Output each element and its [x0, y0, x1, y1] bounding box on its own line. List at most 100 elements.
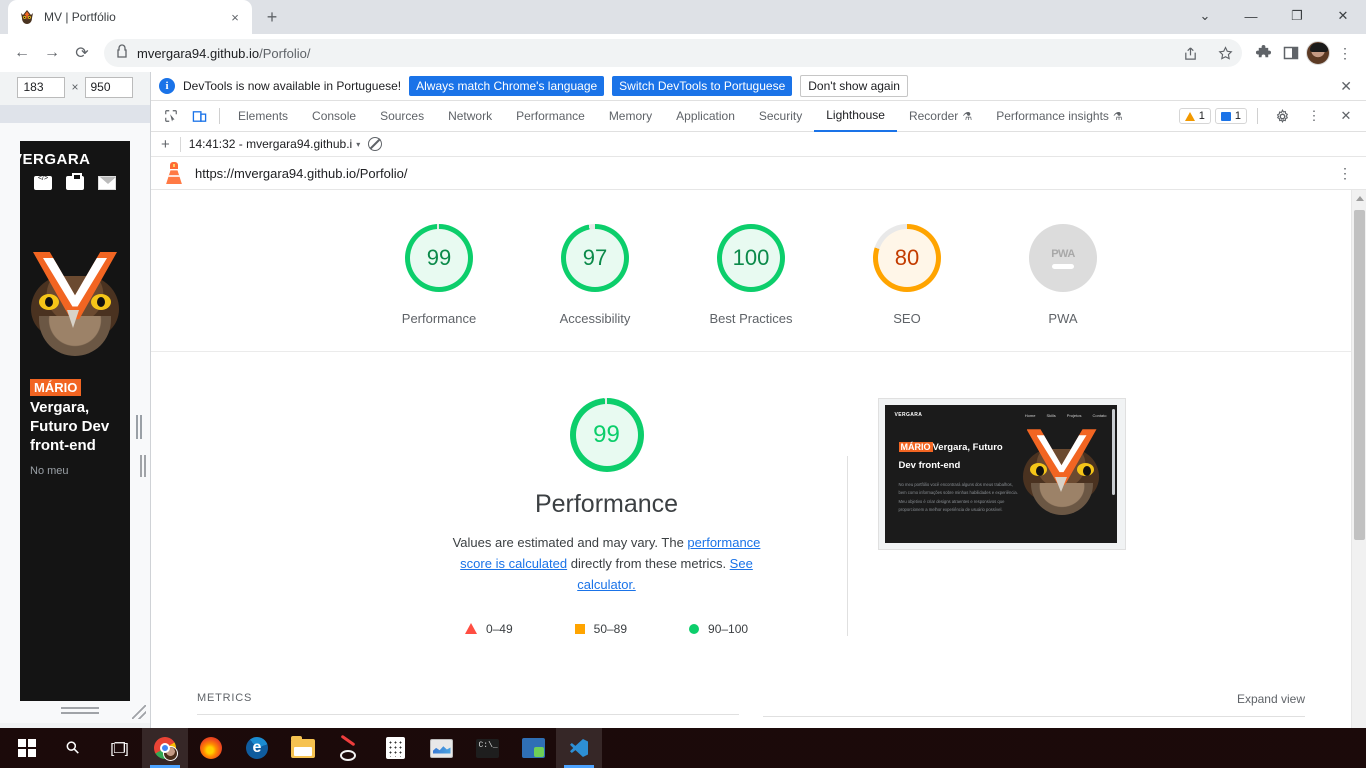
experiment-flask-icon: ⚗ [962, 110, 973, 123]
metrics-header-right: Expand view [763, 692, 1305, 717]
task-view-icon: [❐] [110, 739, 128, 756]
viewport-height-handle[interactable] [60, 705, 100, 715]
lighthouse-report: 99 Performance 97 Accessibility 100 Best… [151, 190, 1366, 728]
chrome-taskbar[interactable] [142, 728, 188, 768]
score-gauge-accessibility[interactable]: 97 Accessibility [535, 224, 655, 329]
tab-elements[interactable]: Elements [226, 101, 300, 131]
tab-application[interactable]: Application [664, 101, 747, 131]
lighthouse-run-selector[interactable]: 14:41:32 - mvergara94.github.i ▾ [189, 137, 360, 151]
gauge-label: SEO [893, 311, 921, 327]
gear-icon[interactable] [1268, 103, 1296, 129]
vm-taskbar[interactable] [510, 728, 556, 768]
viewport-width-handle[interactable] [139, 453, 147, 479]
tab-performance-insights[interactable]: Performance insights ⚗ [984, 101, 1135, 131]
maximize-button[interactable]: ❐ [1274, 0, 1320, 32]
devtools-split-handle[interactable] [135, 415, 143, 441]
new-tab-button[interactable]: + [258, 3, 286, 31]
score-gauge-performance[interactable]: 99 Performance [379, 224, 499, 329]
device-width-input[interactable] [17, 76, 66, 98]
search-button[interactable]: ⚲ [50, 728, 96, 768]
monitor-taskbar[interactable] [418, 728, 464, 768]
tab-sources[interactable]: Sources [368, 101, 436, 131]
browser-tab[interactable]: MV | Portfólio × [8, 0, 252, 34]
tab-lighthouse[interactable]: Lighthouse [814, 101, 897, 132]
new-lighthouse-report-button[interactable]: + [159, 136, 172, 153]
gauge-ring: 100 [717, 224, 785, 293]
firefox-taskbar[interactable] [188, 728, 234, 768]
device-height-input[interactable] [84, 76, 133, 98]
browser-tab-strip: MV | Portfólio × + ⌄ — ❐ ✕ [0, 0, 1366, 34]
tab-console[interactable]: Console [300, 101, 368, 131]
terminal-icon [475, 738, 499, 758]
viewport-corner-resize-handle[interactable] [132, 705, 146, 719]
legend-range: 0–49 [485, 621, 513, 636]
metric-row[interactable]: First Contentful Paint [197, 715, 739, 728]
scrollbar-thumb[interactable] [1354, 210, 1365, 541]
tab-close-icon[interactable]: × [226, 8, 244, 26]
terminal-taskbar[interactable] [464, 728, 510, 768]
briefcase-icon[interactable] [66, 173, 84, 190]
warning-icon [1184, 111, 1195, 121]
minimize-all-button[interactable]: ⌄ [1182, 0, 1228, 32]
switch-language-button[interactable]: Switch DevTools to Portuguese [612, 76, 793, 97]
lighthouse-scrollbar[interactable] [1351, 190, 1366, 728]
calculator-taskbar[interactable] [372, 728, 418, 768]
tab-favicon-owl-icon [19, 9, 35, 25]
legend-range: 50–89 [593, 621, 628, 636]
start-button[interactable] [4, 728, 50, 768]
tab-recorder[interactable]: Recorder ⚗ [897, 101, 984, 131]
back-button[interactable]: ← [8, 39, 36, 67]
legend-item-pass: 90–100 [689, 622, 748, 636]
star-icon[interactable] [1212, 40, 1238, 66]
devtools-more-icon[interactable]: ⋮ [1300, 103, 1328, 129]
code-icon[interactable] [34, 175, 52, 190]
reload-button[interactable]: ⟳ [68, 39, 96, 67]
tab-performance[interactable]: Performance [504, 101, 597, 131]
page-social-icons [20, 173, 130, 190]
inspect-element-icon[interactable] [157, 103, 185, 129]
score-gauge-pwa[interactable]: PWA PWA [1003, 224, 1123, 329]
mail-icon[interactable] [98, 176, 116, 190]
task-view-button[interactable]: [❐] [96, 728, 142, 768]
device-toolbar-icon[interactable] [185, 103, 213, 129]
category-score: 99 [593, 421, 620, 449]
tab-title: MV | Portfólio [44, 10, 116, 24]
expand-view-button[interactable]: Expand view [1237, 692, 1305, 706]
explorer-taskbar[interactable] [280, 728, 326, 768]
snip-taskbar[interactable] [326, 728, 372, 768]
thumbnail-scrollbar [1111, 409, 1115, 496]
chrome-menu-icon[interactable]: ⋮ [1332, 40, 1358, 66]
close-window-button[interactable]: ✕ [1320, 0, 1366, 32]
warning-count-chip[interactable]: 1 [1178, 108, 1211, 125]
devtools-close-icon[interactable]: ✕ [1332, 103, 1360, 129]
score-gauges: 99 Performance 97 Accessibility 100 Best… [151, 190, 1351, 353]
tab-network[interactable]: Network [436, 101, 504, 131]
performance-category-section: 99 Performance Values are estimated and … [151, 352, 1351, 728]
score-gauge-seo[interactable]: 80 SEO [847, 224, 967, 329]
banner-text: DevTools is now available in Portuguese! [183, 79, 402, 94]
profile-avatar[interactable] [1306, 41, 1330, 65]
score-gauge-best-practices[interactable]: 100 Best Practices [691, 224, 811, 329]
always-match-language-button[interactable]: Always match Chrome's language [409, 76, 605, 97]
address-bar[interactable]: mvergara94.github.io/Porfolio/ [104, 39, 1242, 67]
dismiss-banner-button[interactable]: Don't show again [800, 75, 908, 98]
side-panel-icon[interactable] [1278, 40, 1304, 66]
puzzle-icon[interactable] [1250, 40, 1276, 66]
no-entry-icon[interactable] [368, 137, 383, 152]
lighthouse-toolbar: + 14:41:32 - mvergara94.github.i ▾ [151, 132, 1366, 158]
message-count-chip[interactable]: 1 [1214, 108, 1247, 125]
windows-logo-icon [18, 739, 36, 757]
metric-row[interactable]: Largest Contentful Paint [763, 717, 1305, 728]
share-icon[interactable] [1177, 40, 1203, 66]
tab-memory[interactable]: Memory [597, 101, 664, 131]
close-icon[interactable]: ✕ [1334, 78, 1358, 95]
tab-security[interactable]: Security [747, 101, 814, 131]
edge-taskbar[interactable] [234, 728, 280, 768]
emulated-web-page[interactable]: VERGARA MÁRIO Vergara, Futuro Dev front-… [20, 141, 130, 701]
minimize-button[interactable]: — [1228, 0, 1274, 32]
lighthouse-more-icon[interactable]: ⋮ [1338, 166, 1352, 180]
scroll-up-arrow-icon[interactable] [1356, 196, 1364, 202]
forward-button[interactable]: → [38, 39, 66, 67]
vscode-taskbar[interactable] [556, 728, 602, 768]
square-icon [574, 623, 585, 634]
